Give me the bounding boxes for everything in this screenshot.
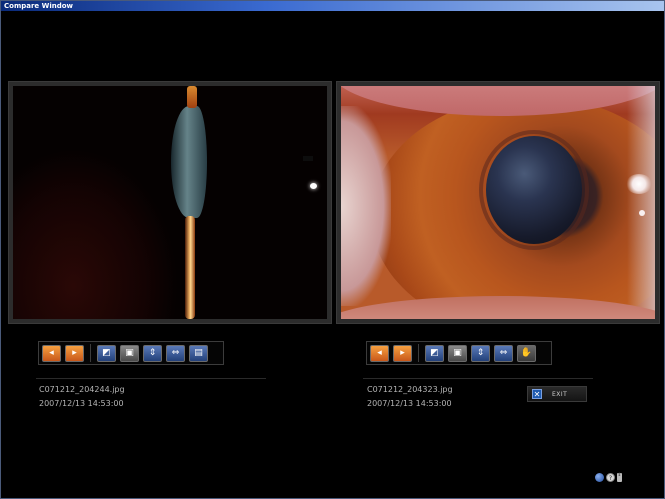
hand-icon: ✋ <box>520 347 533 358</box>
flip-vertical-icon: ⇕ <box>148 347 157 358</box>
corneal-glint <box>626 174 652 194</box>
left-filename: C071212_204244.jpg <box>39 385 125 394</box>
save-icon: ▤ <box>194 347 203 358</box>
right-datetime: 2007/12/13 14:53:00 <box>367 399 452 408</box>
left-flip-horizontal-button[interactable]: ⇔ <box>166 344 185 362</box>
sclera <box>341 106 391 306</box>
arrow-left-icon: ◂ <box>377 347 382 358</box>
slit-beam-lower <box>185 216 195 319</box>
right-toolbar: ◂ ▸ ◩ ▣ ⇕ ⇔ ✋ <box>366 341 552 365</box>
toolbar-separator <box>90 344 91 362</box>
slit-lamp-cornea <box>171 106 207 218</box>
left-fit-button[interactable]: ▣ <box>120 344 139 362</box>
rotate-icon: ◩ <box>430 347 439 358</box>
fit-icon: ▣ <box>125 347 134 358</box>
right-divider <box>363 378 593 379</box>
toolbar-separator <box>418 344 419 362</box>
left-save-button[interactable]: ▤ <box>189 344 208 362</box>
eyelid-edge <box>627 86 655 319</box>
right-image-frame <box>336 81 660 324</box>
right-prev-image-button[interactable]: ◂ <box>370 344 389 362</box>
specular-reflection <box>310 183 317 189</box>
right-hand-tool-button[interactable]: ✋ <box>517 344 536 362</box>
right-flip-vertical-button[interactable]: ⇕ <box>471 344 490 362</box>
fit-icon: ▣ <box>453 347 462 358</box>
right-flip-horizontal-button[interactable]: ⇔ <box>494 344 513 362</box>
title-bar[interactable]: Compare Window <box>1 1 664 11</box>
left-toolbar: ◂ ▸ ◩ ▣ ⇕ ⇔ ▤ <box>38 341 224 365</box>
left-prev-image-button[interactable]: ◂ <box>42 344 61 362</box>
left-flip-vertical-button[interactable]: ⇕ <box>143 344 162 362</box>
left-image-view[interactable] <box>13 86 327 319</box>
globe-icon[interactable] <box>595 473 604 482</box>
arrow-right-icon: ▸ <box>400 347 405 358</box>
arrow-right-icon: ▸ <box>72 347 77 358</box>
slit-beam-top <box>187 86 197 108</box>
corneal-glint-small <box>639 210 645 216</box>
arrow-left-icon: ◂ <box>49 347 54 358</box>
left-next-image-button[interactable]: ▸ <box>65 344 84 362</box>
rotate-icon: ◩ <box>102 347 111 358</box>
close-icon: ✕ <box>532 389 542 399</box>
exit-label: EXIT <box>552 390 568 398</box>
right-fit-button[interactable]: ▣ <box>448 344 467 362</box>
pupil <box>486 136 582 244</box>
right-filename: C071212_204323.jpg <box>367 385 453 394</box>
left-divider <box>36 378 266 379</box>
exit-button[interactable]: ✕ EXIT <box>527 386 587 402</box>
flip-horizontal-icon: ⇔ <box>171 347 180 358</box>
right-next-image-button[interactable]: ▸ <box>393 344 412 362</box>
right-rotate-button[interactable]: ◩ <box>425 344 444 362</box>
left-rotate-button[interactable]: ◩ <box>97 344 116 362</box>
window-title: Compare Window <box>4 2 74 10</box>
scroll-arrows-icon[interactable]: ⇕ <box>617 473 622 482</box>
compare-window: Compare Window ◂ ▸ ◩ ▣ ⇕ ⇔ ▤ ◂ ▸ ◩ ▣ ⇕ ⇔… <box>0 0 665 499</box>
flip-vertical-icon: ⇕ <box>476 347 485 358</box>
status-icons: ? ⇕ <box>595 473 622 482</box>
help-icon[interactable]: ? <box>606 473 615 482</box>
flip-horizontal-icon: ⇔ <box>499 347 508 358</box>
dust-mark <box>303 156 313 161</box>
left-datetime: 2007/12/13 14:53:00 <box>39 399 124 408</box>
left-image-frame <box>8 81 332 324</box>
right-image-view[interactable] <box>341 86 655 319</box>
